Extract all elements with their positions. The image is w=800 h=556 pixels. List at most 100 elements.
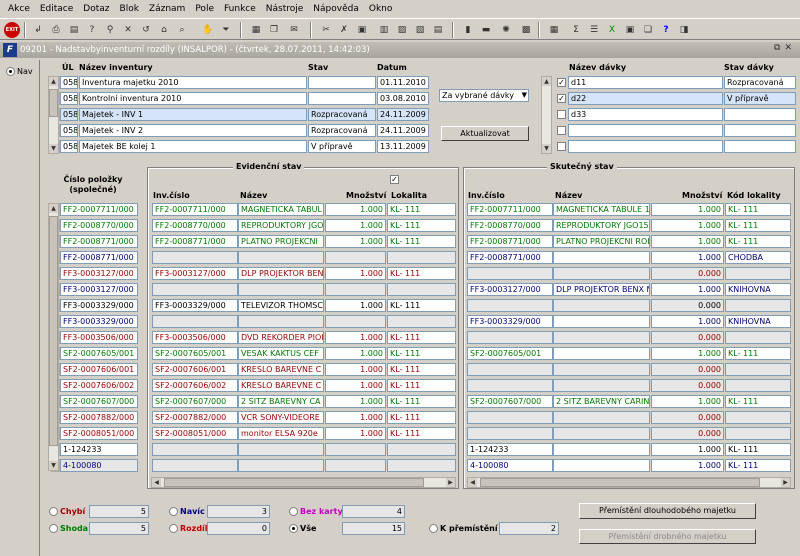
menu-item-4[interactable]: Záznam [144,4,190,14]
skut-nazev[interactable] [553,267,650,280]
skut-kod[interactable] [725,363,791,376]
item-code[interactable]: SF2-0007882/000 [60,411,138,424]
scroll-left-icon[interactable]: ◀ [468,478,477,487]
exit-icon[interactable]: EXIT [4,22,20,38]
skut-mnozstvi[interactable]: 0.000 [651,411,724,424]
item-code[interactable]: FF2-0007711/000 [60,203,138,216]
item-code[interactable]: FF2-0008771/000 [60,251,138,264]
inventory-datum[interactable]: 24.11.2009 [377,124,429,137]
skut-mnozstvi[interactable]: 1.000 [651,347,724,360]
evid-nazev[interactable]: VESAK KAKTUS CEF [238,347,324,360]
calc-icon[interactable]: ▦ [546,22,562,38]
menu-item-5[interactable]: Pole [190,4,219,14]
evid-mnozstvi[interactable] [325,459,386,472]
evid-inv[interactable]: SF2-0007606/002 [152,379,238,392]
skut-inv[interactable] [467,267,553,280]
batch-stav[interactable] [724,108,796,121]
evid-nazev[interactable]: DLP PROJEKTOR BEN [238,267,324,280]
evid-mnozstvi[interactable]: 1.000 [325,331,386,344]
inventory-datum[interactable]: 01.11.2010 [377,76,429,89]
skut-mnozstvi[interactable]: 0.000 [651,299,724,312]
scroll-left-icon[interactable]: ◀ [152,478,161,487]
evid-inv[interactable] [152,443,238,456]
print-icon[interactable]: ⎙ [48,22,64,38]
skut-mnozstvi[interactable]: 1.000 [651,235,724,248]
skut-mnozstvi[interactable]: 1.000 [651,219,724,232]
evid-mnozstvi[interactable]: 1.000 [325,427,386,440]
item-code[interactable]: FF3-0003329/000 [60,299,138,312]
vse-radio[interactable] [289,524,298,533]
skut-kod[interactable] [725,379,791,392]
skut-mnozstvi[interactable]: 1.000 [651,443,724,456]
skut-inv[interactable]: 1-124233 [467,443,553,456]
skut-mnozstvi[interactable]: 1.000 [651,459,724,472]
skut-inv[interactable]: SF2-0007605/001 [467,347,553,360]
skut-inv[interactable] [467,427,553,440]
evid-mnozstvi[interactable] [325,251,386,264]
copy-icon[interactable]: ❐ [266,22,282,38]
evid-inv[interactable] [152,315,238,328]
skut-nazev[interactable] [553,379,650,392]
evid-mnozstvi[interactable] [325,315,386,328]
skut-mnozstvi[interactable]: 1.000 [651,283,724,296]
evid-lokalita[interactable]: KL- 111 [387,267,456,280]
inventory-name[interactable]: Majetek - INV 2 [79,124,307,137]
menu-item-6[interactable]: Funkce [219,4,261,14]
skut-kod[interactable]: KL- 111 [725,219,791,232]
export-file-icon[interactable]: ▣ [622,22,638,38]
item-code[interactable]: SF2-0007607/000 [60,395,138,408]
batch-name[interactable]: d33 [568,108,723,121]
scroll-up-icon[interactable]: ▲ [49,204,58,213]
evid-inv[interactable]: SF2-0007607/000 [152,395,238,408]
skut-kod[interactable]: KL- 111 [725,459,791,472]
menu-item-0[interactable]: Akce [3,4,35,14]
batch-name[interactable] [568,140,723,153]
item-code[interactable]: SF2-0007606/002 [60,379,138,392]
item-code[interactable]: FF2-0008771/000 [60,235,138,248]
report-icon[interactable]: ▬ [478,22,494,38]
export-icon[interactable]: ☰ [586,22,602,38]
item-code[interactable]: FF3-0003127/000 [60,283,138,296]
inventory-datum[interactable]: 03.08.2010 [377,92,429,105]
evid-mnozstvi[interactable] [325,283,386,296]
evid-nazev[interactable]: 2 SITZ BAREVNY CA [238,395,324,408]
rollback-icon[interactable]: ↺ [138,22,154,38]
skut-nazev[interactable] [553,299,650,312]
save-icon[interactable]: ↲ [30,22,46,38]
find-icon[interactable]: ⌕ [174,22,190,38]
evid-nazev[interactable]: DVD REKORDER PIOI [238,331,324,344]
skut-nazev[interactable] [553,443,650,456]
skut-kod[interactable]: KNIHOVNA [725,283,791,296]
item-code[interactable]: FF2-0008770/000 [60,219,138,232]
premisteni-drobneho-button[interactable]: Přemístění drobného majetku [579,529,756,544]
skut-inv[interactable] [467,299,553,312]
inventory-scrollbar[interactable]: ▲ ▼ [48,76,59,154]
evid-mnozstvi[interactable]: 1.000 [325,235,386,248]
paste-icon[interactable]: ▣ [354,22,370,38]
skut-nazev[interactable]: MAGNETICKA TABULE 1 [553,203,650,216]
skut-nazev[interactable]: 2 SITZ BAREVNY CARIN [553,395,650,408]
evid-lokalita[interactable]: KL- 111 [387,427,456,440]
record-insert-icon[interactable]: ▤ [430,22,446,38]
evid-nazev[interactable]: MAGNETICKA TABUL [238,203,324,216]
evid-inv[interactable]: FF2-0008770/000 [152,219,238,232]
skut-kod[interactable]: KL- 111 [725,443,791,456]
batch-stav[interactable] [724,140,796,153]
evid-nazev[interactable]: TELEVIZOR THOMSC [238,299,324,312]
evid-inv[interactable] [152,251,238,264]
evid-lokalita[interactable]: KL- 111 [387,411,456,424]
item-code[interactable]: SF2-0008051/000 [60,427,138,440]
menu-item-2[interactable]: Dotaz [78,4,114,14]
sum-icon[interactable]: Σ [568,22,584,38]
evid-nazev[interactable]: VCR SONY-VIDEORE [238,411,324,424]
evid-inv[interactable]: FF3-0003506/000 [152,331,238,344]
evid-lokalita[interactable]: KL- 111 [387,395,456,408]
skut-mnozstvi[interactable]: 0.000 [651,267,724,280]
evid-inv[interactable] [152,283,238,296]
skut-kod[interactable] [725,427,791,440]
batch-stav[interactable] [724,124,796,137]
evid-nazev[interactable] [238,443,324,456]
inventory-ul[interactable]: 058 [60,76,78,89]
evid-lokalita[interactable]: KL- 111 [387,299,456,312]
inventory-stav[interactable]: Rozpracovaná [308,124,376,137]
